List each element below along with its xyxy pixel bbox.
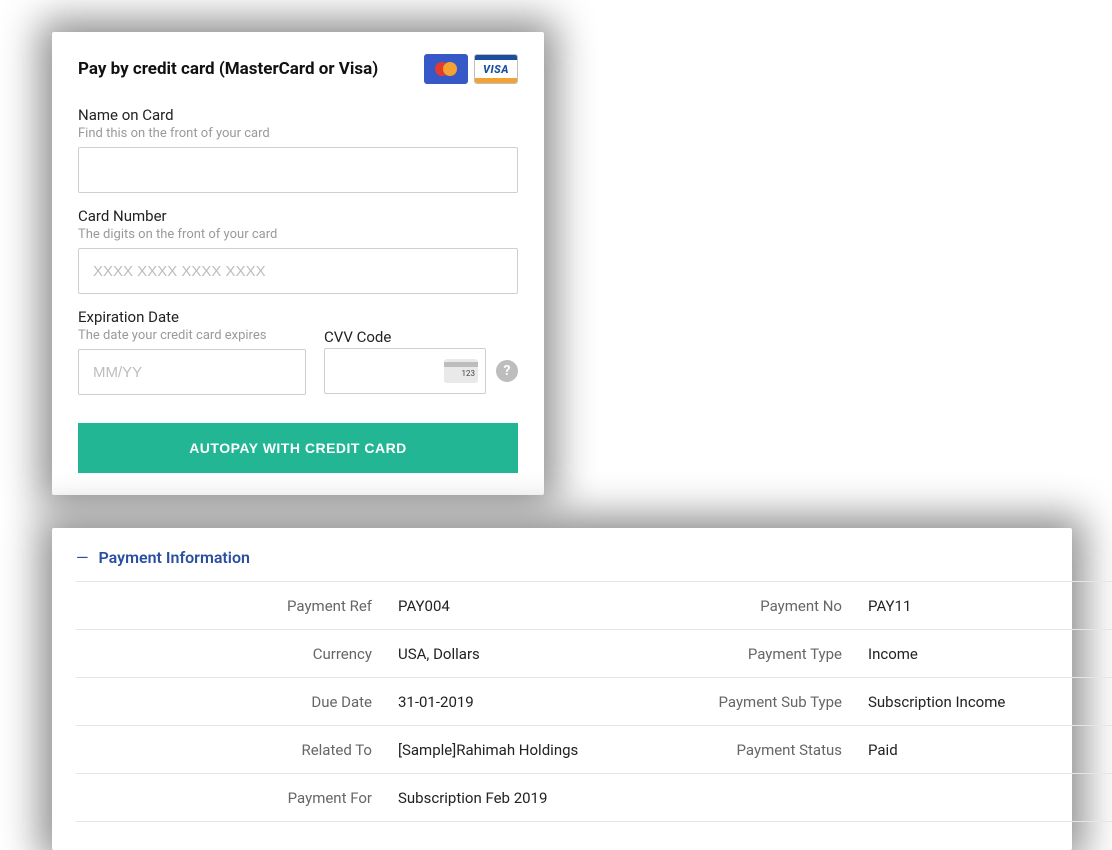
card-number-input[interactable] bbox=[78, 248, 518, 294]
payment-type-value: Income bbox=[856, 630, 1112, 678]
name-on-card-field: Name on Card Find this on the front of y… bbox=[78, 106, 518, 193]
card-brands: VISA bbox=[424, 54, 518, 84]
payment-status-value: Paid bbox=[856, 726, 1112, 774]
currency-value: USA, Dollars bbox=[386, 630, 646, 678]
payment-for-value: Subscription Feb 2019 bbox=[386, 774, 646, 822]
payment-status-label: Payment Status bbox=[646, 726, 856, 774]
mastercard-icon bbox=[424, 54, 468, 84]
name-on-card-label: Name on Card bbox=[78, 106, 518, 124]
exp-cvv-row: Expiration Date The date your credit car… bbox=[78, 308, 518, 409]
table-row: Payment Ref PAY004 Payment No PAY11 bbox=[76, 582, 1112, 630]
payment-info-header: — Payment Information bbox=[76, 548, 1048, 567]
table-row: Due Date 31-01-2019 Payment Sub Type Sub… bbox=[76, 678, 1112, 726]
card-number-label: Card Number bbox=[78, 207, 518, 225]
expiration-hint: The date your credit card expires bbox=[78, 328, 306, 343]
table-row: Related To [Sample]Rahimah Holdings Paym… bbox=[76, 726, 1112, 774]
name-on-card-hint: Find this on the front of your card bbox=[78, 126, 518, 141]
cvv-card-icon: 123 bbox=[444, 359, 478, 383]
credit-card-form: Pay by credit card (MasterCard or Visa) … bbox=[52, 32, 544, 495]
cvv-field: CVV Code 123 ? bbox=[324, 308, 518, 394]
payment-ref-value: PAY004 bbox=[386, 582, 646, 630]
payment-sub-type-value: Subscription Income bbox=[856, 678, 1112, 726]
collapse-icon[interactable]: — bbox=[76, 548, 89, 567]
payment-no-label: Payment No bbox=[646, 582, 856, 630]
table-row: Payment For Subscription Feb 2019 bbox=[76, 774, 1112, 822]
payment-sub-type-label: Payment Sub Type bbox=[646, 678, 856, 726]
visa-icon: VISA bbox=[474, 54, 518, 84]
expiration-input[interactable] bbox=[78, 349, 306, 395]
card-number-field: Card Number The digits on the front of y… bbox=[78, 207, 518, 294]
related-to-label: Related To bbox=[76, 726, 386, 774]
payment-type-label: Payment Type bbox=[646, 630, 856, 678]
expiration-label: Expiration Date bbox=[78, 308, 306, 326]
card-number-hint: The digits on the front of your card bbox=[78, 227, 518, 242]
payment-info-panel: — Payment Information Payment Ref PAY004… bbox=[52, 528, 1072, 850]
payment-info-title: Payment Information bbox=[99, 548, 250, 567]
currency-label: Currency bbox=[76, 630, 386, 678]
autopay-button[interactable]: AUTOPAY WITH CREDIT CARD bbox=[78, 423, 518, 473]
due-date-value: 31-01-2019 bbox=[386, 678, 646, 726]
payment-ref-label: Payment Ref bbox=[76, 582, 386, 630]
payment-info-table: Payment Ref PAY004 Payment No PAY11 Curr… bbox=[76, 581, 1112, 822]
cvv-help-icon[interactable]: ? bbox=[496, 360, 518, 382]
expiration-field: Expiration Date The date your credit car… bbox=[78, 308, 306, 395]
cc-title: Pay by credit card (MasterCard or Visa) bbox=[78, 59, 378, 79]
cvv-label: CVV Code bbox=[324, 328, 518, 346]
table-row: Currency USA, Dollars Payment Type Incom… bbox=[76, 630, 1112, 678]
name-on-card-input[interactable] bbox=[78, 147, 518, 193]
payment-for-label: Payment For bbox=[76, 774, 386, 822]
payment-no-value: PAY11 bbox=[856, 582, 1112, 630]
due-date-label: Due Date bbox=[76, 678, 386, 726]
related-to-value: [Sample]Rahimah Holdings bbox=[386, 726, 646, 774]
cc-header: Pay by credit card (MasterCard or Visa) … bbox=[78, 54, 518, 84]
